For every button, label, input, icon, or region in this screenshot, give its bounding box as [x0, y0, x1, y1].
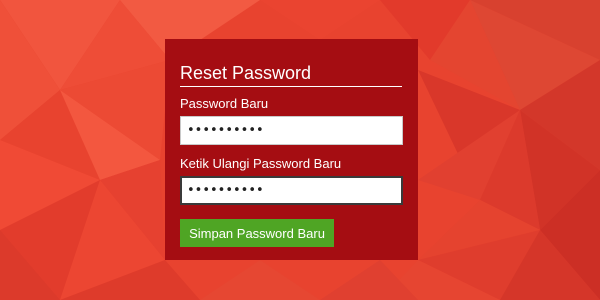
page-background: Reset Password Password Baru Ketik Ulang… — [0, 0, 600, 300]
save-new-password-button[interactable]: Simpan Password Baru — [180, 219, 334, 247]
new-password-label: Password Baru — [180, 96, 269, 111]
panel-title: Reset Password — [180, 62, 402, 87]
new-password-field[interactable] — [180, 116, 403, 145]
confirm-password-label: Ketik Ulangi Password Baru — [180, 156, 342, 171]
confirm-password-field[interactable] — [180, 176, 403, 205]
reset-password-panel: Reset Password Password Baru Ketik Ulang… — [165, 39, 418, 260]
